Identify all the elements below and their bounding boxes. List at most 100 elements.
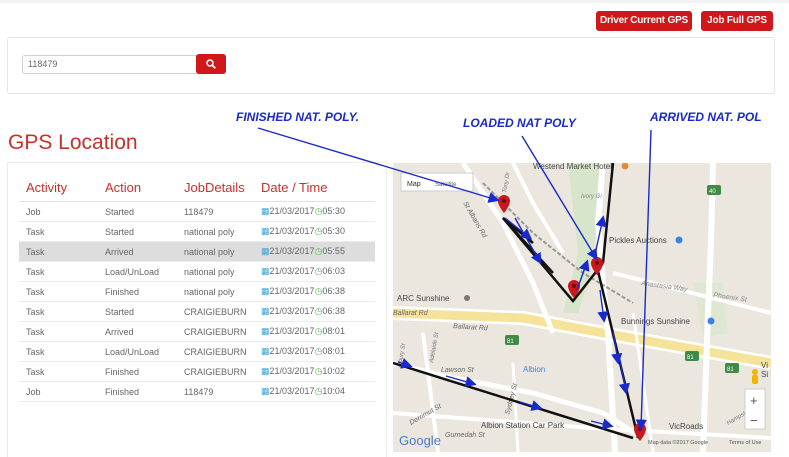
- calendar-icon: ▦: [261, 286, 270, 296]
- datetime-cell: ▦21/03/2017◷05:30: [254, 201, 375, 222]
- search-panel: 118479: [7, 37, 775, 94]
- place-label: Si: [761, 370, 768, 379]
- column-header-action: Action: [98, 175, 177, 202]
- route-shield: 81: [727, 367, 734, 373]
- zoom-in-button[interactable]: +: [750, 393, 758, 408]
- time-text: 06:03: [322, 266, 345, 276]
- map-terms-link[interactable]: Terms of Use: [729, 440, 761, 446]
- column-header-activity: Activity: [19, 175, 98, 202]
- page-title: GPS Location: [8, 131, 138, 154]
- map-canvas[interactable]: Map Satellite Westend Market Hotel Pickl…: [393, 163, 771, 452]
- datetime-cell: ▦21/03/2017◷10:04: [254, 381, 375, 402]
- datetime-cell: ▦21/03/2017◷08:01: [254, 341, 375, 362]
- jobdetails-cell: national poly: [177, 241, 254, 262]
- jobdetails-cell: 118479: [177, 201, 254, 222]
- jobdetails-cell: national poly: [177, 261, 254, 282]
- time-text: 05:55: [322, 246, 345, 256]
- table-row[interactable]: Task Load/UnLoad national poly ▦21/03/2017◷…: [19, 261, 375, 282]
- route-shield: 81: [507, 339, 514, 345]
- zoom-out-button[interactable]: −: [750, 413, 758, 428]
- table-row[interactable]: Task Finished CRAIGIEBURN ▦21/03/2017◷10:02: [19, 361, 375, 382]
- datetime-cell: ▦21/03/2017◷08:01: [254, 321, 375, 342]
- date-text: 21/03/2017: [269, 206, 315, 216]
- datetime-cell: ▦21/03/2017◷06:38: [254, 281, 375, 302]
- gps-map[interactable]: Map Satellite Westend Market Hotel Pickl…: [393, 163, 771, 452]
- table-row[interactable]: Job Finished 118479 ▦21/03/2017◷10:04: [19, 381, 375, 402]
- map-attribution: Map data ©2017 Google: [648, 439, 708, 446]
- action-cell: Load/UnLoad: [98, 341, 177, 362]
- date-text: 21/03/2017: [269, 246, 315, 256]
- calendar-icon: ▦: [261, 206, 270, 216]
- place-label: Albion Station Car Park: [481, 421, 565, 430]
- calendar-icon: ▦: [261, 386, 270, 396]
- calendar-icon: ▦: [261, 366, 270, 376]
- road-label: Lawson St: [441, 367, 475, 374]
- table-row[interactable]: Task Started CRAIGIEBURN ▦21/03/2017◷06:38: [19, 301, 375, 322]
- activity-cell: Task: [19, 221, 98, 242]
- column-header-jobdetails: JobDetails: [177, 175, 254, 202]
- action-cell: Load/UnLoad: [98, 261, 177, 282]
- datetime-cell: ▦21/03/2017◷05:55: [254, 241, 375, 262]
- annotation-loaded: LOADED NAT POLY: [463, 116, 576, 130]
- date-text: 21/03/2017: [269, 346, 315, 356]
- activity-cell: Task: [19, 281, 98, 302]
- time-text: 08:01: [322, 346, 345, 356]
- action-cell: Finished: [98, 381, 177, 402]
- table-row[interactable]: Task Started national poly ▦21/03/2017◷05:3…: [19, 221, 375, 242]
- jobdetails-cell: CRAIGIEBURN: [177, 301, 254, 322]
- table-row[interactable]: Task Arrived CRAIGIEBURN ▦21/03/2017◷08:01: [19, 321, 375, 342]
- datetime-cell: ▦21/03/2017◷05:30: [254, 221, 375, 242]
- place-label: Albion: [523, 365, 545, 374]
- datetime-cell: ▦21/03/2017◷06:03: [254, 261, 375, 282]
- activity-table: Activity Action JobDetails Date / Time J…: [19, 175, 375, 402]
- activity-cell: Task: [19, 341, 98, 362]
- annotation-arrived: ARRIVED NAT. POL: [650, 110, 762, 124]
- annotation-finished: FINISHED NAT. POLY.: [236, 110, 359, 124]
- jobdetails-cell: national poly: [177, 221, 254, 242]
- job-full-gps-button[interactable]: Job Full GPS: [701, 11, 773, 31]
- action-cell: Arrived: [98, 321, 177, 342]
- action-cell: Finished: [98, 361, 177, 382]
- place-marker-icon: [464, 295, 470, 301]
- action-cell: Started: [98, 301, 177, 322]
- table-row[interactable]: Task Load/UnLoad CRAIGIEBURN ▦21/03/2017◷08…: [19, 341, 375, 362]
- time-text: 06:38: [322, 306, 345, 316]
- shop-marker-icon: [707, 317, 715, 325]
- driver-current-gps-button[interactable]: Driver Current GPS: [596, 11, 692, 31]
- jobdetails-cell: 118479: [177, 381, 254, 402]
- action-cell: Started: [98, 201, 177, 222]
- activity-cell: Job: [19, 381, 98, 402]
- pegman-icon[interactable]: [752, 369, 758, 375]
- activity-cell: Task: [19, 261, 98, 282]
- action-cell: Finished: [98, 281, 177, 302]
- table-row[interactable]: Task Arrived national poly ▦21/03/2017◷05:5…: [19, 241, 375, 262]
- job-search-input[interactable]: 118479: [22, 55, 199, 74]
- jobdetails-cell: CRAIGIEBURN: [177, 321, 254, 342]
- place-label: Westend Market Hotel: [533, 163, 612, 171]
- map-tab-map[interactable]: Map: [407, 181, 421, 188]
- date-text: 21/03/2017: [269, 286, 315, 296]
- jobdetails-cell: CRAIGIEBURN: [177, 341, 254, 362]
- table-row[interactable]: Task Finished national poly ▦21/03/2017◷06:…: [19, 281, 375, 302]
- activity-cell: Job: [19, 201, 98, 222]
- column-header-datetime: Date / Time: [254, 175, 375, 202]
- google-logo: Google: [399, 433, 441, 448]
- search-button[interactable]: [196, 54, 226, 74]
- calendar-icon: ▦: [261, 326, 270, 336]
- time-text: 10:02: [322, 366, 345, 376]
- action-cell: Started: [98, 221, 177, 242]
- place-label: VicRoads: [669, 422, 703, 431]
- place-label: ARC Sunshine: [397, 294, 450, 303]
- time-text: 08:01: [322, 326, 345, 336]
- table-row[interactable]: Job Started 118479 ▦21/03/2017◷05:30: [19, 201, 375, 222]
- date-text: 21/03/2017: [269, 386, 315, 396]
- activity-cell: Task: [19, 361, 98, 382]
- date-text: 21/03/2017: [269, 226, 315, 236]
- date-text: 21/03/2017: [269, 306, 315, 316]
- calendar-icon: ▦: [261, 266, 270, 276]
- top-strip: [0, 0, 789, 3]
- map-tab-satellite[interactable]: Satellite: [435, 182, 457, 188]
- time-text: 06:38: [322, 286, 345, 296]
- route-shield: 81: [687, 355, 694, 361]
- date-text: 21/03/2017: [269, 266, 315, 276]
